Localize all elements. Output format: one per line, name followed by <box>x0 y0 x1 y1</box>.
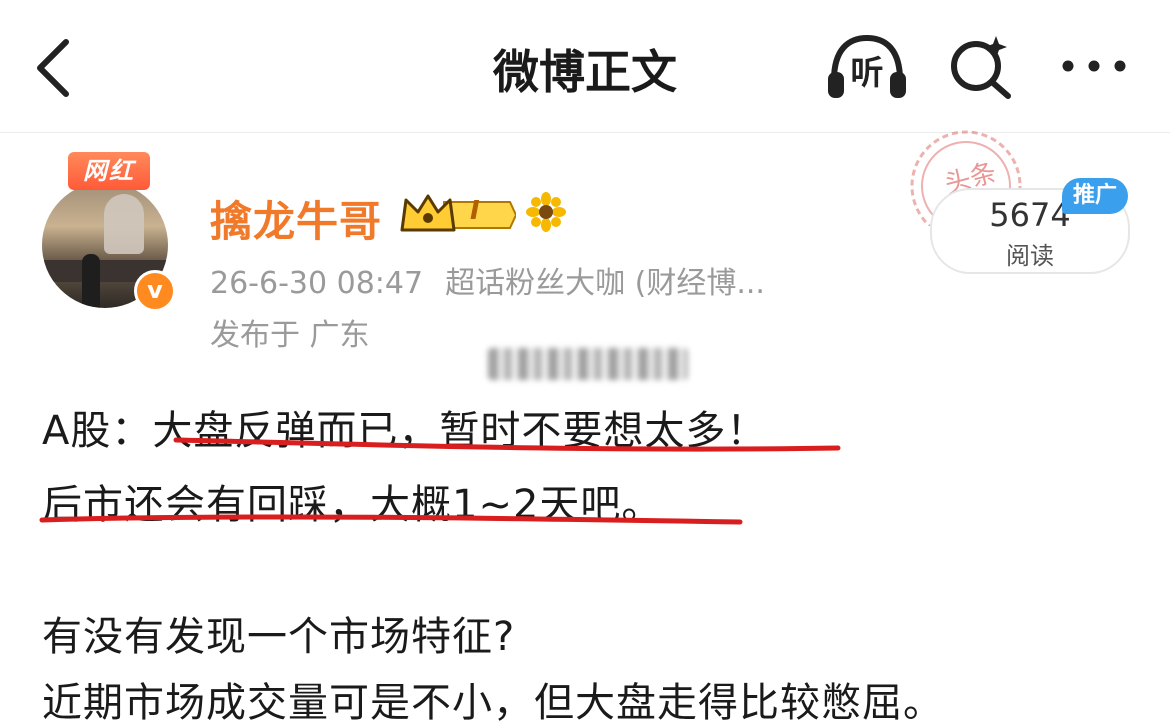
red-underline-2 <box>39 514 743 525</box>
verified-badge: v <box>134 270 176 312</box>
post-text-line-3: 有没有发现一个市场特征? <box>42 614 516 660</box>
search-sparkle-icon <box>951 36 1011 99</box>
crown-icon[interactable] <box>398 192 516 238</box>
read-label: 阅读 <box>1006 242 1054 270</box>
level-label: I <box>470 196 480 226</box>
red-underline-1 <box>173 437 841 452</box>
more-options-button[interactable] <box>1058 44 1130 88</box>
author-avatar-block[interactable]: 网红 v <box>42 150 176 312</box>
back-button[interactable] <box>28 32 88 102</box>
influencer-badge: 网红 <box>68 152 150 190</box>
post-text-line-4: 近期市场成交量可是不小，但大盘走得比较憋屈。 <box>42 680 944 722</box>
top-nav-bar: 微博正文 听 <box>0 0 1170 133</box>
back-arrow-icon <box>37 39 69 97</box>
post-timestamp: 26-6-30 08:47 <box>210 266 424 301</box>
search-button[interactable] <box>944 30 1016 102</box>
sunflower-icon <box>526 192 566 232</box>
author-name[interactable]: 擒龙牛哥 <box>210 188 382 249</box>
post-location: 发布于 广东 <box>210 318 370 353</box>
promo-tag[interactable]: 推广 <box>1062 178 1128 214</box>
post-source[interactable]: 超话粉丝大咖 (财经博... <box>445 266 765 301</box>
avatar-person <box>82 254 100 308</box>
listen-button[interactable]: 听 <box>824 30 910 102</box>
listen-label: 听 <box>850 53 884 92</box>
blurred-watermark <box>488 348 688 380</box>
weibo-post-page: 微博正文 听 头条 网红 v 擒龙牛哥 I 26-6-30 08:47 超话粉丝… <box>0 0 1170 722</box>
avatar-statue <box>104 194 144 254</box>
more-dots-icon <box>1062 60 1126 72</box>
post-meta: 26-6-30 08:47 超话粉丝大咖 (财经博... <box>210 258 787 302</box>
